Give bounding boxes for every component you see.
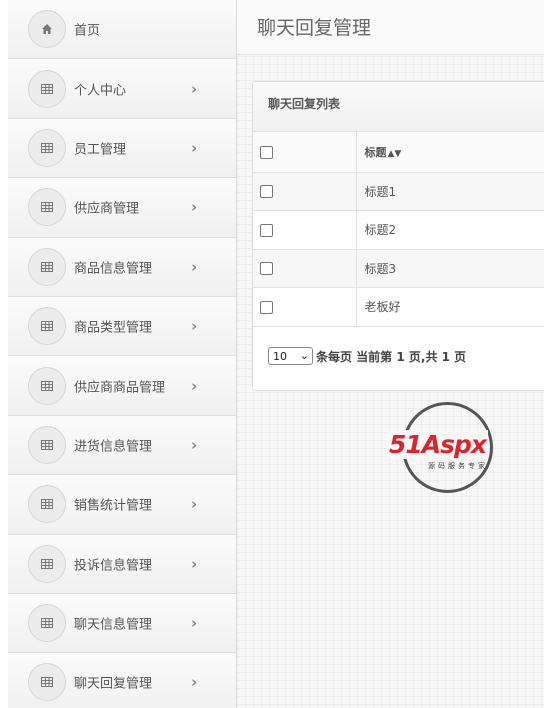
table-icon <box>28 425 66 464</box>
row-title: 标题3 <box>356 249 544 288</box>
main-content: 聊天回复管理 聊天回复列表 标题▲▼ 标题1 标题2 标题3 老板好 10 ⌄ … <box>237 0 544 708</box>
select-all-checkbox[interactable] <box>260 145 273 159</box>
sidebar-item-supplier[interactable]: 供应商管理 › <box>8 178 236 238</box>
panel-header: 聊天回复列表 <box>253 82 544 132</box>
table-icon <box>28 485 66 524</box>
sidebar-item-supplier-product[interactable]: 供应商商品管理 › <box>8 356 236 416</box>
row-title: 标题2 <box>356 210 544 250</box>
sidebar-item-label: 销售统计管理 <box>74 498 153 514</box>
reply-table: 标题▲▼ 标题1 标题2 标题3 老板好 <box>253 132 544 327</box>
sidebar-item-label: 聊天信息管理 <box>74 617 153 633</box>
list-panel: 聊天回复列表 标题▲▼ 标题1 标题2 标题3 老板好 10 ⌄ 条每页 当前第… <box>252 81 544 391</box>
pager-text: 条每页 当前第 1 页,共 1 页 <box>316 349 467 364</box>
row-checkbox[interactable] <box>260 262 273 276</box>
sort-icon: ▲▼ <box>387 148 402 159</box>
page-title: 聊天回复管理 <box>257 17 372 39</box>
chevron-right-icon: › <box>191 198 198 217</box>
chevron-right-icon: › <box>191 79 198 98</box>
chevron-right-icon: › <box>191 257 198 276</box>
sidebar-item-label: 个人中心 <box>74 83 127 99</box>
chevron-right-icon: › <box>191 138 198 157</box>
sidebar-item-label: 聊天回复管理 <box>74 676 153 692</box>
watermark-brand: 51Aspx <box>387 430 489 459</box>
sidebar-item-label: 投诉信息管理 <box>74 558 153 574</box>
sidebar-item-sales-stats[interactable]: 销售统计管理 › <box>8 475 236 535</box>
sidebar-item-complaint-info[interactable]: 投诉信息管理 › <box>8 534 236 594</box>
page-header: 聊天回复管理 <box>237 0 544 55</box>
watermark-logo: 51Aspx 源码服务专家 <box>385 402 515 494</box>
sidebar-item-label: 商品类型管理 <box>74 320 153 336</box>
table-row[interactable]: 标题1 <box>253 172 544 211</box>
sidebar-item-label: 供应商管理 <box>74 201 140 217</box>
sidebar-item-chat-info[interactable]: 聊天信息管理 › <box>8 593 236 654</box>
sidebar-item-chat-reply[interactable]: 聊天回复管理 › <box>8 653 236 708</box>
row-checkbox[interactable] <box>260 300 273 314</box>
sidebar-item-label: 员工管理 <box>74 142 127 158</box>
chevron-down-icon: ⌄ <box>299 349 309 362</box>
sidebar-item-label: 首页 <box>74 23 101 39</box>
sidebar-item-label: 进货信息管理 <box>74 439 153 455</box>
page-size-select[interactable]: 10 ⌄ <box>268 347 313 365</box>
table-icon <box>28 188 66 227</box>
select-all-cell <box>253 132 357 173</box>
watermark-subtitle: 源码服务专家 <box>428 462 488 470</box>
row-title: 标题1 <box>356 172 544 211</box>
left-edge <box>0 0 8 708</box>
column-header-title[interactable]: 标题▲▼ <box>356 132 544 173</box>
chevron-right-icon: › <box>191 376 198 395</box>
table-icon <box>28 604 66 643</box>
pagination: 10 ⌄ 条每页 当前第 1 页,共 1 页 <box>268 347 466 365</box>
table-icon <box>28 69 66 108</box>
chevron-right-icon: › <box>191 495 198 514</box>
chevron-right-icon: › <box>191 554 198 573</box>
row-checkbox[interactable] <box>260 223 273 237</box>
column-header-title-label: 标题 <box>364 145 387 159</box>
table-row[interactable]: 老板好 <box>253 287 544 327</box>
table-header-row: 标题▲▼ <box>253 132 544 173</box>
sidebar-item-employee[interactable]: 员工管理 › <box>8 118 236 179</box>
table-icon <box>28 544 66 583</box>
table-icon <box>28 247 66 286</box>
table-row[interactable]: 标题3 <box>253 249 544 288</box>
row-checkbox[interactable] <box>260 185 273 199</box>
table-icon <box>28 128 66 167</box>
sidebar-item-product-info[interactable]: 商品信息管理 › <box>8 237 236 297</box>
chevron-right-icon: › <box>191 435 198 454</box>
chevron-right-icon: › <box>191 614 198 633</box>
sidebar: 首页 个人中心 › 员工管理 › 供应商管理 › 商品信息管理 › 商品类型管理… <box>8 0 237 708</box>
sidebar-item-label: 商品信息管理 <box>74 261 153 277</box>
sidebar-item-purchase-info[interactable]: 进货信息管理 › <box>8 415 236 476</box>
row-title: 老板好 <box>356 287 544 327</box>
sidebar-item-personal-center[interactable]: 个人中心 › <box>8 59 236 119</box>
sidebar-item-product-type[interactable]: 商品类型管理 › <box>8 296 236 357</box>
chevron-right-icon: › <box>191 317 198 336</box>
sidebar-item-home[interactable]: 首页 <box>8 0 236 60</box>
table-icon <box>28 366 66 405</box>
page-size-value: 10 <box>273 349 287 363</box>
table-icon <box>28 663 66 702</box>
sidebar-item-label: 供应商商品管理 <box>74 380 166 396</box>
chevron-right-icon: › <box>191 673 198 692</box>
table-row[interactable]: 标题2 <box>253 210 544 250</box>
table-icon <box>28 307 66 346</box>
panel-title: 聊天回复列表 <box>268 97 341 111</box>
home-icon <box>28 10 66 49</box>
